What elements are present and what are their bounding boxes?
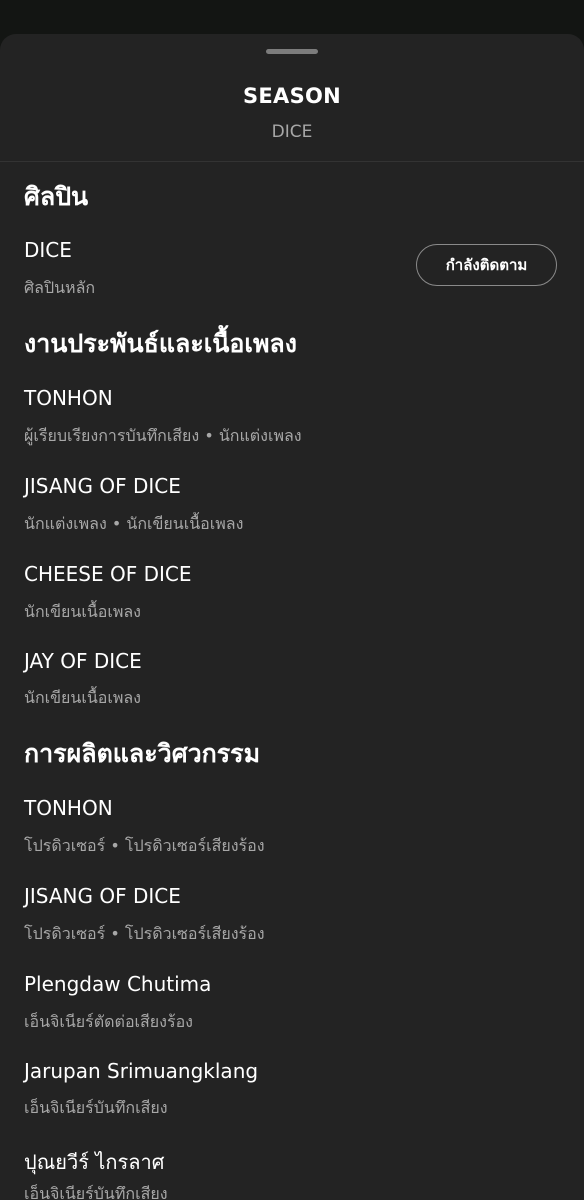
header-divider — [0, 161, 584, 162]
credit-role: นักเขียนเนื้อเพลง — [24, 602, 141, 621]
credit-role: เอ็นจิเนียร์ตัดต่อเสียงร้อง — [24, 1012, 193, 1031]
credit-name[interactable]: CHEESE OF DICE — [24, 562, 191, 586]
credit-role: นักแต่งเพลง • นักเขียนเนื้อเพลง — [24, 514, 244, 533]
credit-name[interactable]: JISANG OF DICE — [24, 474, 181, 498]
credit-role: ผู้เรียบเรียงการบันทึกเสียง • นักแต่งเพล… — [24, 426, 302, 445]
credit-name[interactable]: Jarupan Srimuangklang — [24, 1059, 258, 1083]
credit-role: นักเขียนเนื้อเพลง — [24, 688, 141, 707]
credit-name[interactable]: JISANG OF DICE — [24, 884, 181, 908]
section-title-composition-lyrics: งานประพันธ์และเนื้อเพลง — [24, 329, 297, 358]
credit-name[interactable]: TONHON — [24, 796, 113, 820]
song-title: SEASON — [242, 84, 342, 108]
section-title-artist: ศิลปิน — [24, 182, 89, 211]
credit-name[interactable]: Plengdaw Chutima — [24, 972, 211, 996]
drag-handle[interactable] — [266, 49, 318, 54]
credit-role: โปรดิวเซอร์ • โปรดิวเซอร์เสียงร้อง — [24, 924, 265, 943]
credit-name[interactable]: ปุณยวีร์ ไกรลาศ — [24, 1146, 164, 1178]
credit-role: โปรดิวเซอร์ • โปรดิวเซอร์เสียงร้อง — [24, 836, 265, 855]
credit-role: ศิลปินหลัก — [24, 278, 96, 297]
credits-bottom-sheet: SEASON DICE ศิลปิน DICE ศิลปินหลัก กำลัง… — [0, 34, 584, 1200]
following-button[interactable]: กำลังติดตาม — [416, 244, 557, 286]
credit-role: เอ็นจิเนียร์บันทึกเสียง — [24, 1098, 168, 1117]
credit-name[interactable]: TONHON — [24, 386, 113, 410]
credit-role: เอ็นจิเนียร์บันทึกเสียง — [24, 1184, 168, 1200]
credit-name[interactable]: JAY OF DICE — [24, 649, 142, 673]
credit-name[interactable]: DICE — [24, 238, 72, 262]
song-artist: DICE — [271, 122, 313, 142]
section-title-production-engineering: การผลิตและวิศวกรรม — [24, 739, 261, 768]
